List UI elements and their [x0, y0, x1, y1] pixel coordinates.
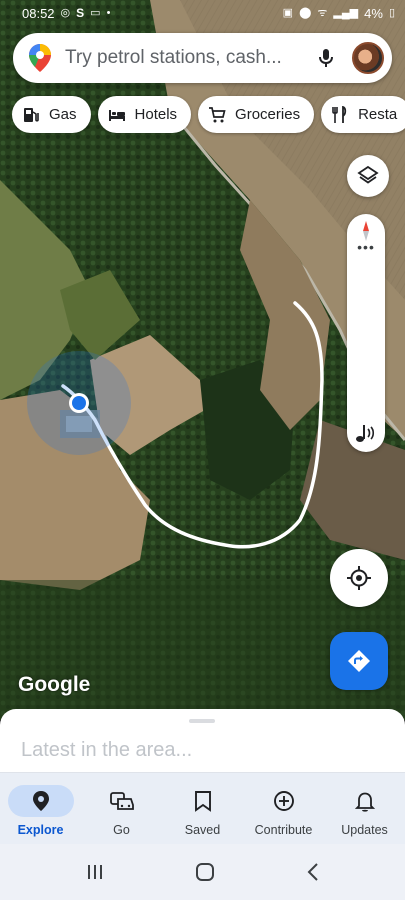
search-bar[interactable]: Try petrol stations, cash...	[13, 33, 392, 83]
nav-label: Explore	[17, 823, 64, 837]
more-icon[interactable]: •••	[347, 240, 385, 254]
chip-restaurants[interactable]: Resta	[321, 96, 405, 133]
crosshair-icon	[347, 566, 371, 590]
status-bar: 08:52 ◎ S ▭ • ▣ ⬤ ᯤ ▂▄▆ 4% ▯	[0, 0, 405, 26]
map-control-panel: •••	[347, 214, 385, 452]
s-icon: S	[76, 6, 85, 20]
sim-icon: ▭	[90, 6, 101, 19]
sound-icon[interactable]	[354, 422, 378, 444]
location-pin-icon	[32, 791, 49, 811]
nav-explore[interactable]: Explore	[0, 773, 81, 844]
layers-button[interactable]	[347, 155, 389, 197]
search-input[interactable]: Try petrol stations, cash...	[65, 47, 314, 69]
bottom-sheet[interactable]: Latest in the area...	[0, 709, 405, 779]
sheet-drag-handle[interactable]	[189, 719, 215, 723]
commute-icon	[109, 792, 134, 810]
restaurant-icon	[332, 105, 347, 123]
google-maps-logo-icon	[29, 44, 51, 72]
google-attribution: Google	[18, 673, 91, 696]
nav-label: Contribute	[254, 823, 313, 837]
bed-icon	[108, 109, 125, 121]
gas-station-icon	[24, 107, 39, 122]
my-location-button[interactable]	[330, 549, 388, 607]
dot-icon: •	[106, 6, 111, 19]
chip-gas[interactable]: Gas	[12, 96, 91, 133]
battery-level: 4%	[364, 5, 383, 21]
back-icon[interactable]	[306, 862, 320, 882]
lock-icon: ▣	[282, 6, 294, 19]
nav-label: Saved	[184, 823, 221, 837]
chip-label: Resta	[358, 106, 398, 123]
status-time: 08:52	[22, 5, 55, 21]
nav-label: Go	[113, 823, 130, 837]
chip-label: Hotels	[134, 106, 178, 123]
cart-icon	[209, 106, 226, 122]
system-navigation-bar	[0, 844, 405, 900]
wifi-icon: ᯤ	[317, 6, 328, 19]
chip-label: Gas	[49, 106, 77, 123]
mic-icon[interactable]	[314, 46, 338, 70]
nav-go[interactable]: Go	[81, 773, 162, 844]
layers-icon	[357, 165, 379, 184]
lte-signal-icon: ▂▄▆	[333, 6, 359, 19]
chip-label: Groceries	[235, 106, 301, 123]
directions-icon	[348, 650, 370, 672]
bottom-navigation: Explore Go Saved Contribute Updates	[0, 772, 405, 844]
category-chips: Gas Hotels Groceries Resta	[12, 96, 405, 133]
home-icon[interactable]	[195, 862, 215, 882]
nav-saved[interactable]: Saved	[162, 773, 243, 844]
bell-icon	[354, 792, 375, 812]
chip-hotels[interactable]: Hotels	[97, 96, 192, 133]
sheet-title: Latest in the area...	[21, 739, 193, 761]
battery-icon: ▯	[388, 6, 395, 19]
nav-contribute[interactable]: Contribute	[243, 773, 324, 844]
directions-button[interactable]	[330, 632, 388, 690]
whatsapp-icon: ◎	[60, 6, 71, 19]
location-icon: ⬤	[299, 6, 312, 19]
recent-apps-icon[interactable]	[85, 863, 105, 881]
bookmark-icon	[194, 791, 211, 812]
nav-updates[interactable]: Updates	[324, 773, 405, 844]
avatar[interactable]	[352, 42, 384, 74]
chip-groceries[interactable]: Groceries	[198, 96, 315, 133]
add-circle-icon	[273, 791, 294, 811]
nav-label: Updates	[341, 823, 388, 837]
